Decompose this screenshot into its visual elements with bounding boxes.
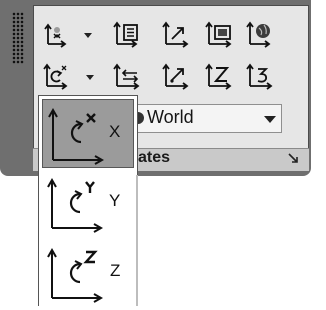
chevron-down-icon[interactable] xyxy=(264,116,276,124)
ucs-world-button[interactable] xyxy=(246,19,276,49)
ucs-previous-icon xyxy=(113,63,140,90)
dialog-launcher-icon[interactable] xyxy=(287,152,299,164)
ucs-origin-button[interactable] xyxy=(42,19,72,49)
panel-grip-handle[interactable] xyxy=(12,12,24,64)
ucs-z-axis-button[interactable] xyxy=(205,61,235,91)
ucs-rotate-x-icon xyxy=(43,63,68,90)
dropdown-shadow xyxy=(136,175,138,306)
ucs-3-icon xyxy=(246,63,273,90)
ucs-z-axis-icon xyxy=(205,63,232,90)
ucs-named-icon xyxy=(113,21,138,48)
ucs-rotate-x-button[interactable] xyxy=(42,61,72,91)
chevron-down-icon[interactable] xyxy=(84,33,92,39)
ucs-object-button[interactable] xyxy=(162,19,192,49)
ucs-3point-icon xyxy=(162,63,189,90)
ucs-previous-button[interactable] xyxy=(113,61,143,91)
ucs-3point-button[interactable] xyxy=(162,61,192,91)
ucs-view-icon xyxy=(205,21,232,48)
menu-item-label: Z xyxy=(110,261,121,280)
chevron-down-icon[interactable] xyxy=(86,75,94,81)
menu-item-label: Y xyxy=(109,191,121,210)
menu-item-rotate-x[interactable]: X xyxy=(42,99,134,168)
ucs-world-icon xyxy=(246,21,271,48)
ucs-named-button[interactable] xyxy=(113,19,143,49)
ucs-origin-icon xyxy=(44,23,67,48)
ucs-object-icon xyxy=(162,21,189,48)
view-combo-value: World xyxy=(147,107,194,127)
ucs-3-button[interactable] xyxy=(246,61,276,91)
ucs-view-button[interactable] xyxy=(205,19,235,49)
menu-item-rotate-y[interactable]: Y xyxy=(42,172,134,242)
menu-item-label: X xyxy=(109,122,121,141)
rotate-x-icon xyxy=(48,107,105,165)
menu-item-rotate-z[interactable]: Z xyxy=(42,240,134,310)
